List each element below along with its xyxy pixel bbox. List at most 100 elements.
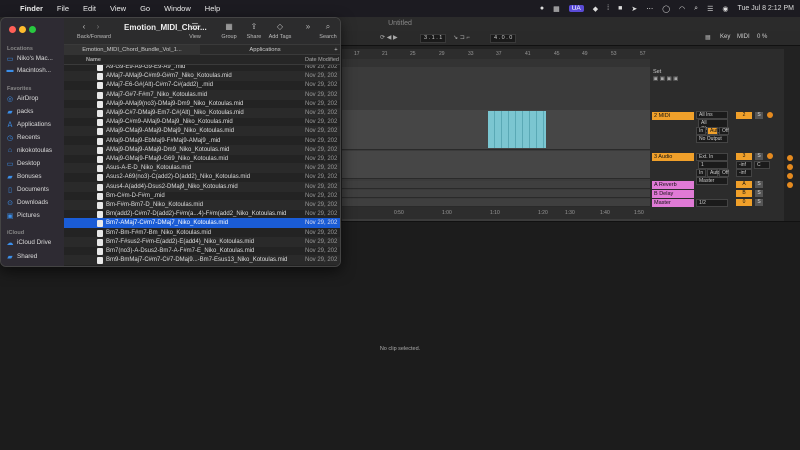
- side-indicator-icon[interactable]: [787, 182, 793, 188]
- master-fraction[interactable]: 1/2: [696, 199, 728, 207]
- track-activator[interactable]: 0: [736, 199, 752, 206]
- monitor-in[interactable]: In: [696, 169, 706, 177]
- sidebar-item-documents[interactable]: ▯ Documents: [6, 184, 60, 195]
- column-name[interactable]: Name: [86, 57, 101, 63]
- menu-finder[interactable]: Finder: [20, 4, 43, 13]
- share-icon[interactable]: ⇪: [245, 22, 263, 31]
- midi-map-button[interactable]: MIDI: [737, 34, 750, 40]
- sidebar-item-applications[interactable]: Ａ Applications: [6, 119, 60, 130]
- arm-button[interactable]: [767, 112, 773, 118]
- side-indicator-icon[interactable]: [787, 164, 793, 170]
- solo-button[interactable]: S: [755, 181, 763, 188]
- master-lane[interactable]: [342, 199, 650, 207]
- menubar-datetime[interactable]: Tue Jul 8 2:12 PM: [737, 5, 794, 12]
- search-icon[interactable]: ⌕: [694, 5, 698, 13]
- track-header-reverb[interactable]: A Reverb: [652, 181, 694, 189]
- more-icon[interactable]: »: [302, 22, 314, 31]
- monitor-auto[interactable]: Auto: [707, 169, 720, 177]
- monitor-off[interactable]: Off: [719, 169, 729, 177]
- track-header-delay[interactable]: B Delay: [652, 190, 694, 198]
- sidebar-item-pictures[interactable]: ▣ Pictures: [6, 210, 60, 221]
- group-icon[interactable]: ▦: [220, 22, 238, 31]
- sidebar-item-desktop[interactable]: ▭ Desktop: [6, 158, 60, 169]
- list-view-icon[interactable]: ☰: [186, 22, 204, 31]
- sidebar-item-downloads[interactable]: ⊙ Downloads: [6, 197, 60, 208]
- solo-button[interactable]: S: [755, 190, 763, 197]
- sidebar-item-airdrop[interactable]: ◎ AirDrop: [6, 93, 60, 104]
- wifi-icon[interactable]: ◠: [679, 5, 685, 13]
- side-indicator-icon[interactable]: [787, 173, 793, 179]
- track-activator[interactable]: 2: [736, 112, 752, 119]
- close-button[interactable]: [9, 26, 16, 33]
- control-center-icon[interactable]: ☰: [707, 5, 713, 13]
- file-row[interactable]: Bm9-C#m-DMaj7-ESus13-Bm9-C#m-DMaj7-ESus1…: [64, 264, 340, 266]
- midi-output-select[interactable]: No Output: [696, 135, 728, 143]
- solo-button[interactable]: S: [755, 153, 763, 160]
- status-icon-record[interactable]: ●: [540, 5, 544, 12]
- arm-button[interactable]: [767, 153, 773, 159]
- sidebar-item-shared[interactable]: ▰ Shared: [6, 251, 60, 262]
- menu-go[interactable]: Go: [140, 4, 150, 13]
- sidebar-item-packs[interactable]: ▰ packs: [6, 106, 60, 117]
- track-activator[interactable]: 3: [736, 153, 752, 160]
- ua-icon[interactable]: UA: [568, 5, 584, 12]
- track-header-midi[interactable]: 2 MIDI: [652, 112, 694, 120]
- audio-channel-select[interactable]: 1: [698, 161, 728, 169]
- audio-track-lane[interactable]: [342, 151, 650, 179]
- set-controls-icons[interactable]: ▣ ▣ ▣ ▣: [653, 76, 678, 82]
- sidebar-item-home[interactable]: ⌂ nikokotoulas: [6, 145, 60, 156]
- song-position[interactable]: 3 . 1 . 1: [420, 34, 447, 43]
- midi-track-lane[interactable]: [342, 110, 650, 150]
- solo-button[interactable]: S: [755, 112, 763, 119]
- key-map-button[interactable]: Key: [720, 34, 730, 40]
- sidebar-item-mac[interactable]: ▭ Niko's Mac...: [6, 53, 60, 64]
- monitor-off[interactable]: Off: [719, 127, 729, 135]
- column-date-modified[interactable]: Date Modified: [305, 57, 339, 63]
- arrangement-view[interactable]: 17 21 25 29 33 37 41 45 49 53 57 0:50 1:…: [342, 49, 650, 221]
- delay-return-lane[interactable]: [342, 190, 650, 198]
- midi-clip[interactable]: [488, 111, 546, 148]
- minimize-button[interactable]: [19, 26, 26, 33]
- status-icon-dots[interactable]: ⋯: [646, 5, 653, 13]
- solo-button[interactable]: S: [755, 199, 763, 206]
- track-header-audio[interactable]: 3 Audio: [652, 153, 694, 161]
- track-header-master[interactable]: Master: [652, 199, 694, 207]
- menu-help[interactable]: Help: [205, 4, 220, 13]
- loop-icons[interactable]: ↘ ⊐ ⌐: [453, 34, 470, 41]
- track-activator[interactable]: B: [736, 190, 752, 197]
- menu-view[interactable]: View: [110, 4, 126, 13]
- status-icon-arrow[interactable]: ➤: [631, 5, 637, 13]
- sidebar-item-macintosh-hd[interactable]: ▬ Macintosh...: [6, 65, 60, 76]
- monitor-auto[interactable]: Auto: [707, 127, 720, 135]
- status-icon-grip[interactable]: ⁞: [607, 5, 609, 12]
- status-icon-square[interactable]: ■: [618, 5, 622, 12]
- time-ruler[interactable]: 0:50 1:00 1:10 1:20 1:30 1:40 1:50: [342, 207, 650, 219]
- sidebar-item-icloud-drive[interactable]: ☁ iCloud Drive: [6, 237, 60, 248]
- status-icon-circle[interactable]: ◯: [662, 5, 670, 13]
- tab-emotion-midi-bundle[interactable]: Emotion_MIDI_Chord_Bundle_Vol_1...: [64, 45, 200, 55]
- pan-field[interactable]: C: [754, 161, 770, 169]
- menu-window[interactable]: Window: [164, 4, 191, 13]
- loop-end[interactable]: 4 . 0 . 0: [490, 34, 517, 43]
- key-map-icon[interactable]: ▦: [705, 34, 711, 41]
- siri-icon[interactable]: ◉: [722, 5, 728, 13]
- tag-icon[interactable]: ◇: [269, 22, 291, 31]
- search-icon[interactable]: ⌕: [321, 22, 335, 32]
- reverb-return-lane[interactable]: [342, 181, 650, 189]
- sidebar-item-recents[interactable]: ◷ Recents: [6, 132, 60, 143]
- transport-icons[interactable]: ⟳ ◀ ▶: [380, 34, 398, 41]
- track-activator[interactable]: A: [736, 181, 752, 188]
- scroll-strip[interactable]: [342, 59, 650, 67]
- audio-output-select[interactable]: Master: [696, 177, 728, 185]
- monitor-in[interactable]: In: [696, 127, 706, 135]
- menu-file[interactable]: File: [57, 4, 69, 13]
- status-icon-diamond[interactable]: ◆: [593, 5, 598, 13]
- new-tab-icon[interactable]: +: [330, 45, 340, 55]
- zoom-button[interactable]: [29, 26, 36, 33]
- volume-field[interactable]: -inf: [736, 161, 752, 169]
- beat-ruler[interactable]: 17 21 25 29 33 37 41 45 49 53 57: [342, 49, 650, 59]
- forward-icon[interactable]: ›: [92, 22, 104, 31]
- side-indicator-icon[interactable]: [787, 155, 793, 161]
- back-icon[interactable]: ‹: [78, 22, 90, 31]
- midi-input-select[interactable]: All Ins: [696, 111, 728, 119]
